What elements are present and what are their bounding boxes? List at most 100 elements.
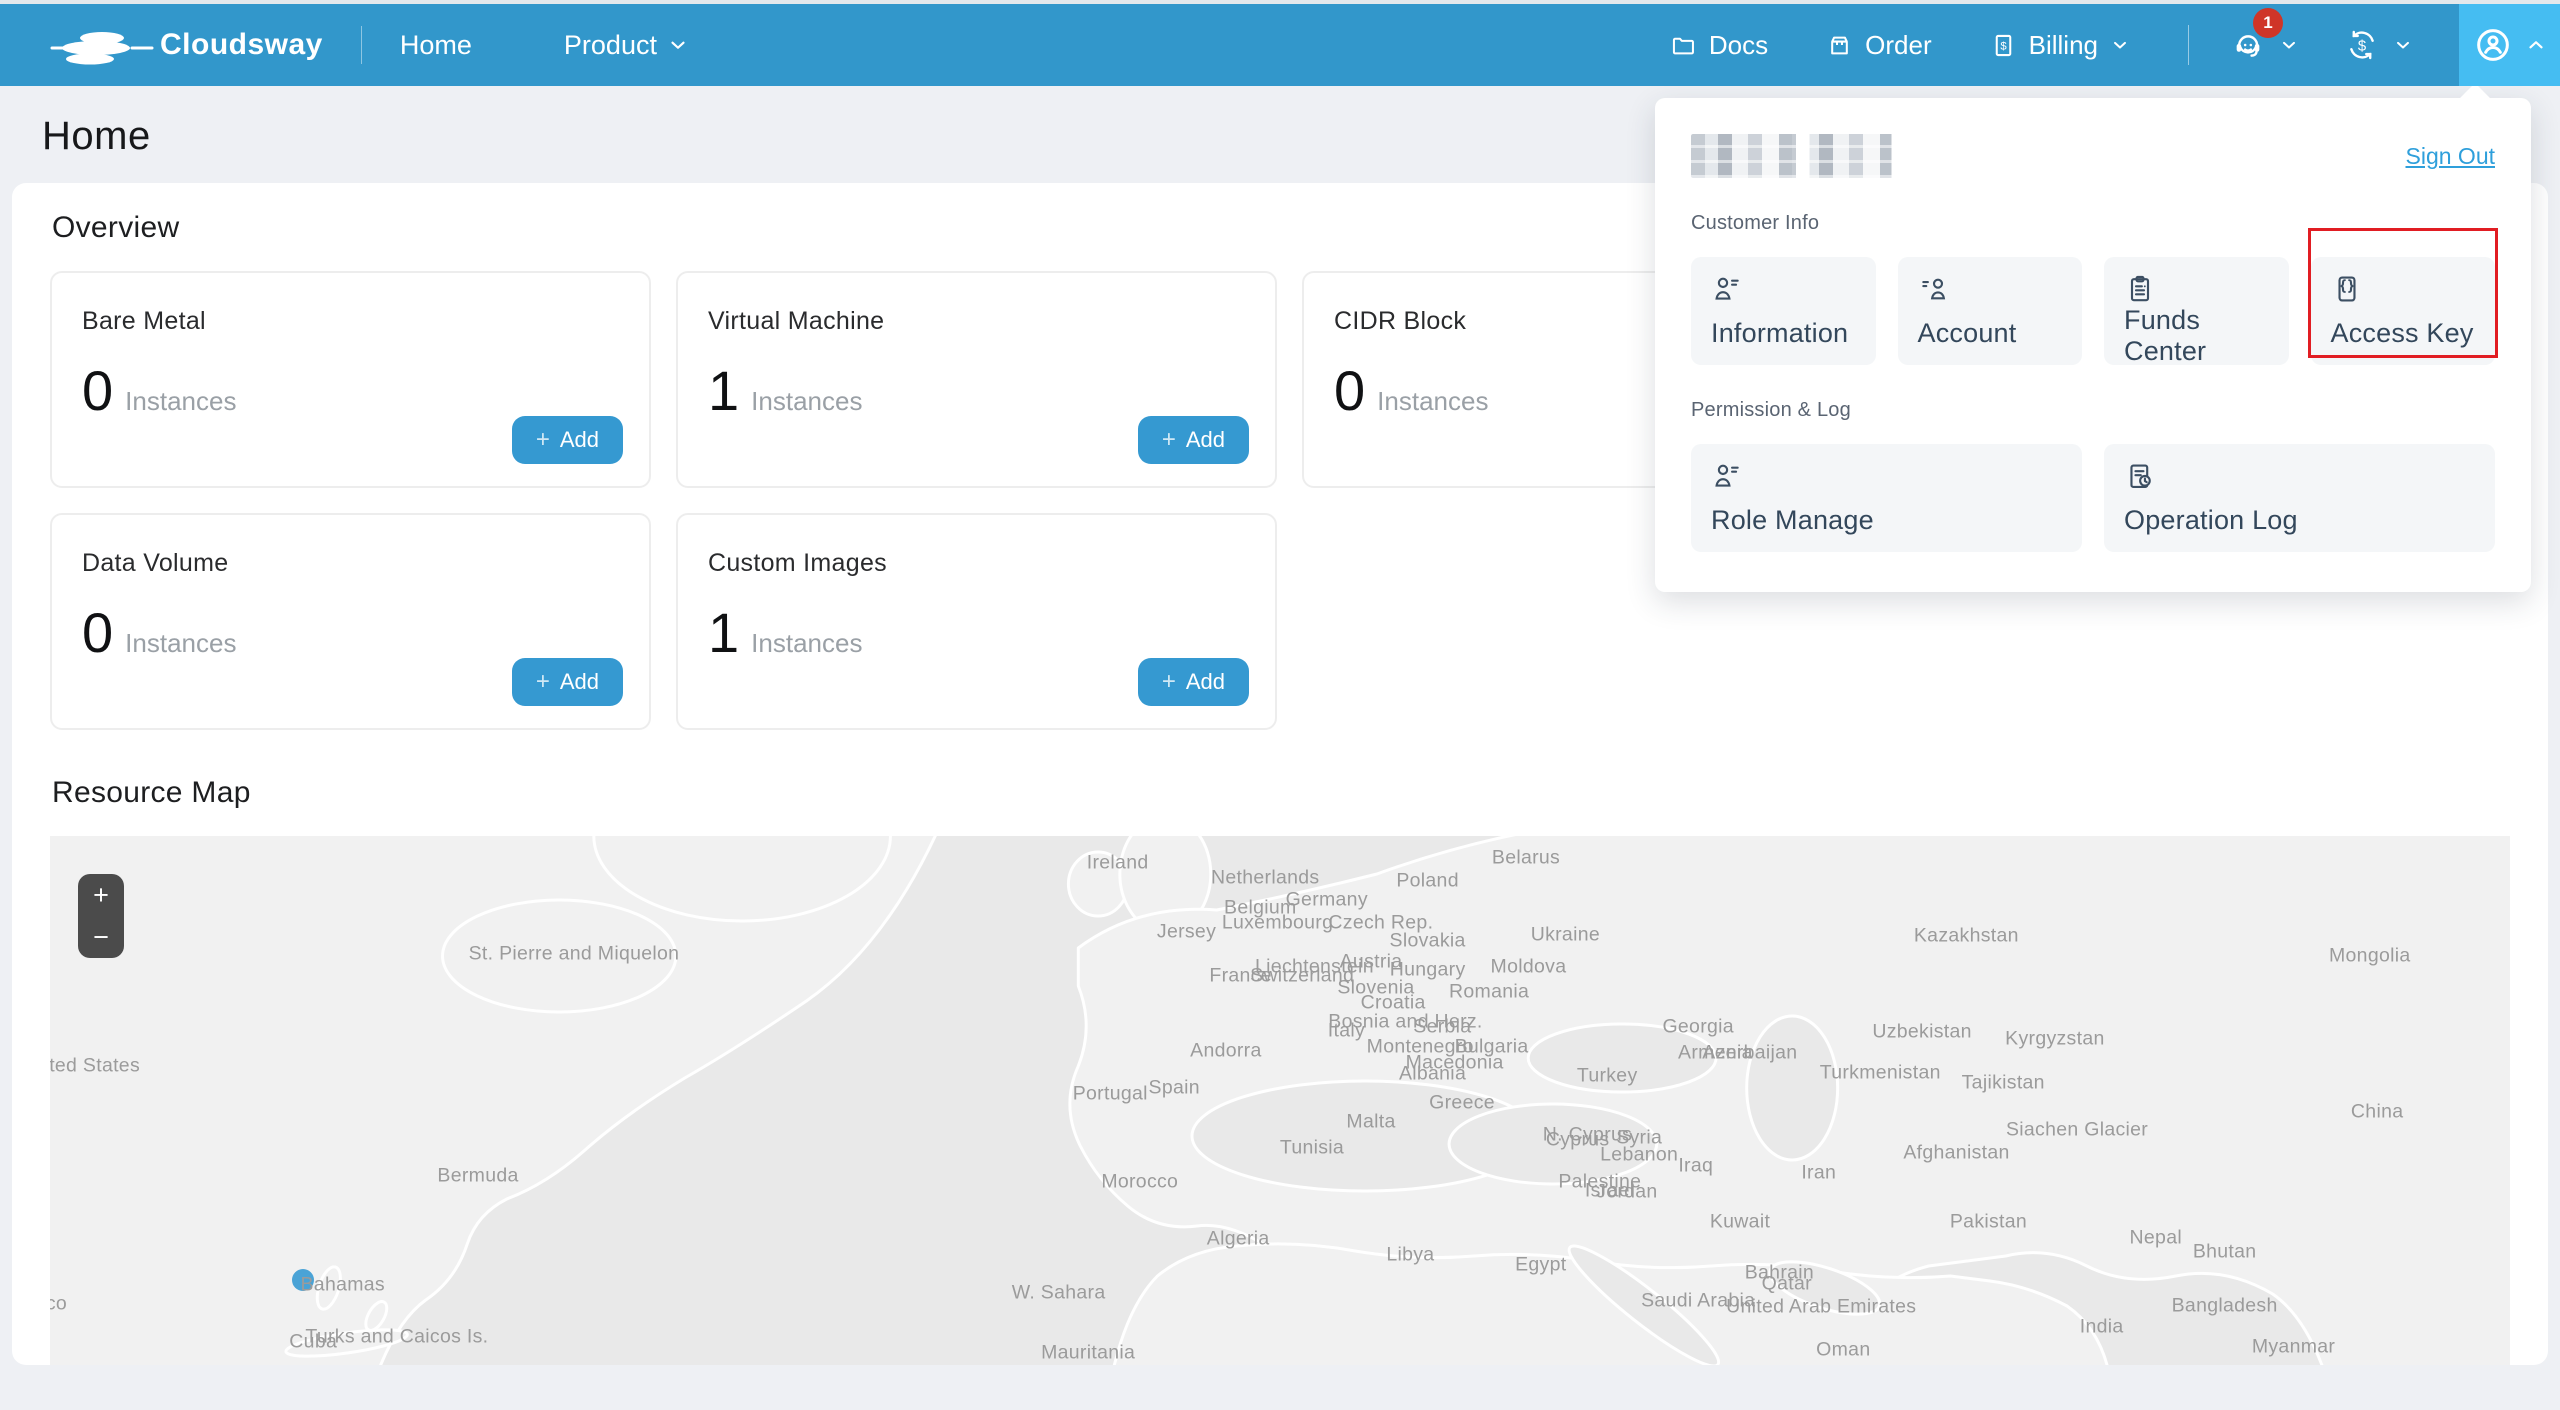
map-label: Kazakhstan (1914, 924, 2019, 947)
map-label: Mauritania (1041, 1341, 1135, 1364)
map-label: Turkey (1577, 1065, 1638, 1088)
menu-tile-access-key[interactable]: Access Key (2311, 257, 2496, 365)
add-button[interactable]: + Add (1138, 416, 1249, 464)
plus-icon: + (1162, 428, 1176, 452)
notification-badge: 1 (2253, 8, 2283, 38)
brand-name[interactable]: Cloudsway (160, 28, 323, 62)
map-label: Azerbaijan (1702, 1041, 1797, 1064)
world-map[interactable]: + − United StatesMexicoSt. Pierre and Mi… (50, 836, 2510, 1365)
map-label: W. Sahara (1012, 1281, 1106, 1304)
tile-label: Role Manage (1711, 505, 2062, 536)
plus-icon: + (536, 670, 550, 694)
currency-menu-button[interactable]: $ (2345, 28, 2413, 62)
map-label: Spain (1149, 1076, 1200, 1099)
cloudsway-logo-icon[interactable] (50, 24, 154, 66)
map-label: Iraq (1678, 1155, 1713, 1178)
map-label: Morocco (1101, 1171, 1178, 1194)
support-menu-button[interactable]: 1 (2231, 28, 2299, 62)
map-zoom-out-button[interactable]: − (78, 916, 124, 958)
user-avatar-icon (2473, 25, 2513, 65)
map-zoom-control: + − (78, 874, 124, 958)
nav-item-product[interactable]: Product (564, 30, 689, 61)
profile-dropdown: Sign Out Customer Info InformationAccoun… (1655, 98, 2531, 592)
overview-card-data-volume: Data Volume0Instances+Add (50, 513, 651, 730)
menu-tile-role-manage[interactable]: Role Manage (1691, 444, 2082, 552)
map-label: Moldova (1491, 956, 1567, 979)
map-label: Andorra (1190, 1039, 1261, 1062)
nav-link-docs[interactable]: Docs (1670, 30, 1768, 61)
card-unit: Instances (1377, 386, 1488, 417)
currency-exchange-icon: $ (2345, 28, 2379, 62)
sign-out-link[interactable]: Sign Out (2406, 143, 2496, 170)
map-label: Romania (1449, 980, 1529, 1003)
nav-link-billing[interactable]: $ Billing (1990, 30, 2130, 61)
overview-card-virtual-machine: Virtual Machine 1 Instances + Add (676, 271, 1277, 488)
resource-map-heading: Resource Map (52, 776, 2524, 810)
card-unit: Instances (125, 386, 236, 417)
map-label: Mongolia (2329, 945, 2411, 968)
card-count: 0 (1334, 358, 1365, 423)
customer-info-tiles: InformationAccountFunds Center Access Key (1691, 257, 2495, 365)
map-zoom-in-button[interactable]: + (78, 874, 124, 916)
chevron-down-icon (2279, 35, 2299, 55)
map-label: Algeria (1207, 1228, 1270, 1251)
tile-label: Operation Log (2124, 505, 2475, 536)
map-label: Libya (1386, 1243, 1434, 1266)
funds-icon (2124, 273, 2156, 305)
add-button[interactable]: + Add (512, 416, 623, 464)
user-card-icon (1918, 273, 1950, 305)
map-label: Ukraine (1531, 923, 1600, 946)
overview-card-bare-metal: Bare Metal0Instances+Add (50, 271, 651, 488)
chevron-down-icon (2110, 35, 2130, 55)
section-label-permission-log: Permission & Log (1691, 399, 2495, 422)
menu-tile-operation-log[interactable]: Operation Log (2104, 444, 2495, 552)
map-label: Bermuda (437, 1165, 518, 1188)
map-label: Nepal (2130, 1227, 2182, 1250)
map-label: Turks and Caicos Is. (305, 1325, 488, 1348)
nav-divider (361, 26, 362, 64)
map-label: Albania (1399, 1062, 1466, 1085)
map-label: Kuwait (1710, 1211, 1770, 1234)
card-count: 0 (82, 600, 113, 665)
map-label: Mexico (50, 1292, 67, 1315)
map-label: Greece (1429, 1092, 1495, 1115)
card-unit: Instances (751, 386, 862, 417)
card-title: Custom Images (708, 549, 1245, 578)
add-label: Add (560, 427, 599, 453)
card-title: Virtual Machine (708, 307, 1245, 336)
docs-icon (1670, 32, 1697, 59)
tile-label: Access Key (2331, 318, 2476, 349)
map-label: Kyrgyzstan (2005, 1027, 2104, 1050)
dropdown-notch (2458, 83, 2492, 117)
map-label: Belarus (1492, 847, 1560, 870)
nav-item-home[interactable]: Home (400, 30, 472, 61)
add-button[interactable]: +Add (1138, 658, 1249, 706)
add-button[interactable]: +Add (512, 658, 623, 706)
map-label: Luxembourg (1222, 912, 1333, 935)
menu-tile-account[interactable]: Account (1898, 257, 2083, 365)
map-label: Iran (1801, 1162, 1836, 1185)
card-unit: Instances (751, 628, 862, 659)
map-label: Jersey (1157, 921, 1216, 944)
map-label: Uzbekistan (1872, 1020, 1971, 1043)
card-count: 0 (82, 358, 113, 423)
menu-tile-funds-center[interactable]: Funds Center (2104, 257, 2289, 365)
svg-text:$: $ (2000, 40, 2007, 52)
card-count: 1 (708, 358, 739, 423)
map-label: Malta (1346, 1111, 1395, 1134)
map-label: Bhutan (2193, 1240, 2257, 1263)
card-count: 1 (708, 600, 739, 665)
add-label: Add (1186, 427, 1225, 453)
map-label: Siachen Glacier (2006, 1119, 2148, 1142)
map-label: Georgia (1662, 1015, 1733, 1038)
blurred-username (1691, 134, 1919, 178)
plus-icon: + (536, 428, 550, 452)
svg-text:$: $ (2358, 38, 2367, 54)
role-icon (1711, 460, 1743, 492)
nav-link-order[interactable]: Order (1826, 30, 1931, 61)
menu-tile-information[interactable]: Information (1691, 257, 1876, 365)
profile-menu-button[interactable] (2459, 4, 2560, 86)
access-key-icon (2331, 273, 2363, 305)
section-label-customer-info: Customer Info (1691, 212, 2495, 235)
map-label: Afghanistan (1903, 1141, 2009, 1164)
